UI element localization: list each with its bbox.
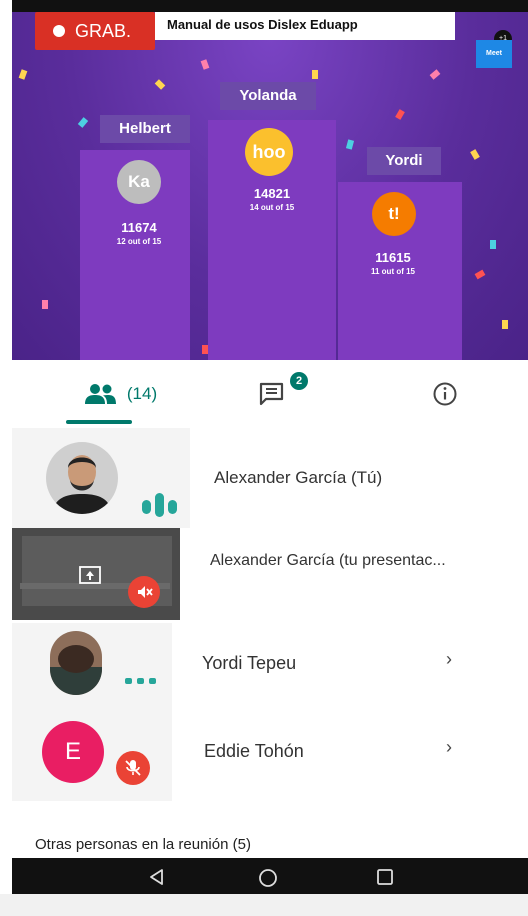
android-nav-bar	[12, 858, 528, 894]
confetti	[470, 149, 480, 160]
avatar	[50, 631, 102, 695]
confetti	[345, 139, 355, 150]
people-icon	[84, 384, 116, 404]
participant-row-presentation[interactable]: Alexander García (tu presentac...	[12, 528, 528, 623]
podium-correct-second: 12 out of 15	[116, 237, 162, 246]
confetti	[77, 117, 89, 128]
podium-score-first: 14821	[253, 186, 291, 201]
podium-score-second: 11674	[121, 220, 157, 235]
back-icon[interactable]	[148, 868, 166, 886]
avatar-initial: E	[42, 721, 104, 783]
podium-correct-third: 11 out of 15	[370, 267, 415, 276]
chevron-right-icon[interactable]: ›	[446, 737, 452, 758]
podium-correct-first: 14 out of 15	[249, 203, 295, 212]
avatar	[46, 442, 118, 514]
speaking-indicator-icon	[142, 493, 177, 517]
bottom-strip	[0, 894, 528, 916]
document-title-banner: Manual de usos Dislex Eduapp	[155, 12, 455, 40]
confetti	[312, 70, 318, 79]
meeting-tabs: (14)	[0, 362, 528, 426]
tab-info[interactable]	[410, 362, 480, 426]
confetti	[490, 240, 496, 249]
participant-tile	[12, 623, 172, 713]
status-bar	[12, 0, 528, 12]
participant-name: Yordi Tepeu	[202, 653, 297, 673]
confetti	[18, 69, 28, 80]
podium-avatar-third: t!	[372, 192, 416, 236]
chevron-right-icon[interactable]: ›	[446, 649, 452, 670]
podium-score-third: 11615	[375, 250, 411, 265]
presentation-tile	[12, 528, 180, 620]
more-dots-icon	[125, 678, 156, 684]
chat-icon	[259, 382, 284, 406]
record-dot-icon	[53, 25, 65, 37]
home-icon[interactable]	[258, 868, 278, 888]
confetti	[42, 300, 48, 309]
participant-tile	[12, 428, 190, 528]
participant-row-eddie[interactable]: E Eddie Tohón ›	[12, 713, 528, 801]
recents-icon[interactable]	[376, 868, 394, 886]
recording-label: GRAB.	[75, 20, 132, 41]
confetti	[154, 79, 166, 90]
podium-name-first: Yolanda	[220, 82, 316, 110]
people-count: (14)	[126, 384, 158, 403]
participant-name: Alexander García (Tú)	[214, 468, 383, 487]
podium-name-second: Helbert	[100, 115, 190, 143]
mic-off-icon	[128, 576, 160, 608]
participant-name: Alexander García (tu presentac...	[210, 552, 446, 569]
participant-tile: E	[12, 713, 172, 801]
recording-indicator: GRAB.	[35, 12, 155, 50]
present-screen-icon	[79, 566, 101, 584]
podium-avatar-second: Ka	[117, 160, 161, 204]
shared-screen-video[interactable]: Helbert Ka 11674 12 out of 15 Yolanda ho…	[12, 0, 528, 360]
active-tab-indicator	[66, 420, 132, 424]
confetti	[502, 320, 508, 329]
chat-unread-badge: 2	[290, 372, 308, 390]
podium-name-third: Yordi	[367, 147, 441, 175]
info-icon	[433, 382, 457, 406]
confetti	[429, 69, 441, 80]
confetti	[395, 109, 405, 120]
meet-screen: Helbert Ka 11674 12 out of 15 Yolanda ho…	[0, 0, 528, 916]
podium-avatar-first: hoo	[245, 128, 293, 176]
participant-row-yordi[interactable]: Yordi Tepeu ›	[12, 623, 528, 713]
tab-people[interactable]: (14)	[60, 362, 180, 426]
participant-name: Eddie Tohón	[204, 741, 304, 761]
mic-off-icon	[116, 751, 150, 785]
confetti	[474, 269, 486, 280]
meet-badge[interactable]: Meet	[476, 40, 512, 68]
participant-row-self[interactable]: Alexander García (Tú)	[12, 428, 528, 528]
other-people-section-title: Otras personas en la reunión (5)	[35, 836, 251, 853]
confetti	[200, 59, 210, 70]
